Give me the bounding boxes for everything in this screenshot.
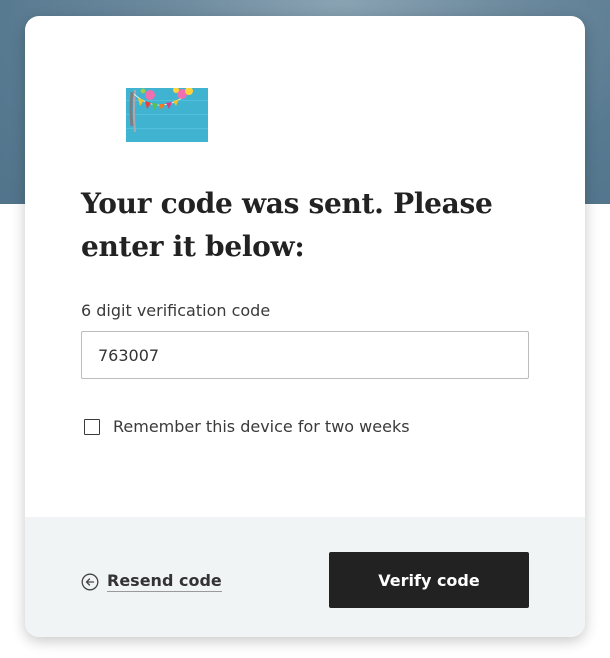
remember-device-checkbox[interactable] bbox=[84, 418, 100, 435]
verification-code-input[interactable] bbox=[81, 331, 529, 379]
party-bunting-logo-icon bbox=[126, 88, 208, 142]
page-title: Your code was sent. Please enter it belo… bbox=[81, 187, 493, 263]
resend-code-link[interactable]: Resend code bbox=[81, 571, 222, 592]
resend-code-label[interactable]: Resend code bbox=[107, 571, 222, 592]
verify-code-button[interactable]: Verify code bbox=[329, 552, 529, 608]
card-footer: Resend code Verify code bbox=[25, 517, 585, 637]
verification-card: Your code was sent. Please enter it belo… bbox=[25, 16, 585, 637]
verification-code-label: 6 digit verification code bbox=[81, 301, 271, 320]
remember-device-label: Remember this device for two weeks bbox=[113, 417, 410, 436]
remember-device-option[interactable]: Remember this device for two weeks bbox=[84, 417, 410, 436]
arrow-left-circle-icon bbox=[81, 573, 99, 590]
